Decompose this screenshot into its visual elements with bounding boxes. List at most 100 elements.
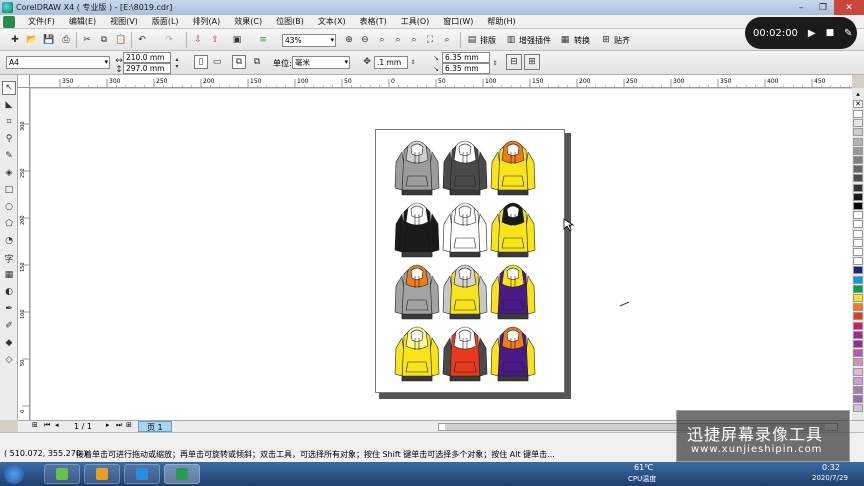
pick-tool-icon[interactable]: ↖ (2, 81, 16, 95)
hoodie-design[interactable] (490, 326, 536, 382)
taskbar-app-1[interactable] (44, 464, 80, 484)
palette-swatch[interactable] (853, 165, 863, 174)
welcome-screen-icon[interactable]: ≡ (256, 33, 270, 47)
hoodie-design[interactable] (394, 140, 440, 196)
zoom-level-field[interactable]: 43% ▾ (282, 34, 336, 47)
hoodie-design[interactable] (394, 202, 440, 258)
clock-date[interactable]: 2020/7/29 (812, 474, 848, 482)
palette-swatch[interactable] (853, 110, 863, 118)
rectangle-tool-icon[interactable]: □ (2, 183, 16, 197)
ellipse-tool-icon[interactable]: ○ (2, 200, 16, 214)
menu-bitmaps[interactable]: 位图(B) (269, 16, 311, 27)
palette-swatch[interactable] (853, 275, 863, 284)
palette-swatch[interactable] (853, 128, 863, 137)
coreldraw-app-icon[interactable] (2, 2, 13, 13)
crop-tool-icon[interactable]: ⌗ (2, 115, 16, 129)
treat-as-filled-icon[interactable]: ⊟ (506, 54, 522, 70)
palette-scroll-up-icon[interactable]: ▴ (853, 90, 863, 98)
landscape-icon[interactable]: ▭ (210, 55, 224, 69)
taskbar-coreldraw[interactable] (164, 464, 200, 484)
hoodie-design[interactable] (394, 264, 440, 320)
first-page-icon[interactable]: ⏮ (44, 421, 50, 430)
palette-swatch[interactable] (853, 229, 863, 238)
clock-time[interactable]: 0:32 (822, 463, 840, 472)
menu-view[interactable]: 视图(V) (103, 16, 145, 27)
interactive-tool-icon[interactable]: ◐ (2, 285, 16, 299)
palette-swatch[interactable] (853, 266, 863, 275)
previous-page-icon[interactable]: ◂ (55, 421, 59, 429)
copy-icon[interactable]: ⧉ (97, 33, 111, 47)
palette-swatch[interactable] (853, 220, 863, 229)
hoodie-design[interactable] (442, 264, 488, 320)
palette-swatch[interactable] (853, 321, 863, 330)
print-icon[interactable]: ⎙ (59, 33, 73, 47)
undo-icon[interactable]: ↶ (135, 33, 149, 47)
no-color-swatch[interactable]: ✕ (853, 100, 863, 108)
page-height-field[interactable]: 297.0 mm (123, 63, 171, 74)
palette-swatch[interactable] (853, 340, 863, 348)
freehand-tool-icon[interactable]: ✎ (2, 149, 16, 163)
palette-swatch[interactable] (853, 349, 863, 358)
menu-tools[interactable]: 工具(O) (394, 16, 437, 27)
palette-swatch[interactable] (853, 376, 863, 385)
open-icon[interactable]: 📂 (25, 33, 39, 47)
document-icon[interactable] (3, 15, 15, 28)
palette-swatch[interactable] (853, 330, 863, 339)
size-spinner[interactable]: ▴ ▾ (171, 52, 183, 74)
menu-edit[interactable]: 编辑(E) (62, 16, 103, 27)
current-page-icon[interactable]: ⧉ (250, 55, 264, 69)
shape-tool-icon[interactable]: ◣ (2, 98, 16, 112)
palette-swatch[interactable] (853, 119, 863, 128)
eyedropper-tool-icon[interactable]: ✒ (2, 302, 16, 316)
palette-swatch[interactable] (853, 312, 863, 321)
zoom-selected-icon[interactable]: ⌕ (375, 33, 389, 47)
paste-icon[interactable]: 📋 (114, 33, 128, 47)
palette-swatch[interactable] (853, 358, 863, 367)
palette-swatch[interactable] (853, 367, 863, 376)
palette-swatch[interactable] (853, 386, 863, 394)
hoodie-design[interactable] (442, 326, 488, 382)
palette-swatch[interactable] (853, 174, 863, 183)
hoodie-design[interactable] (442, 202, 488, 258)
zoom-height-icon[interactable]: ⌕ (440, 33, 454, 47)
palette-swatch[interactable] (853, 303, 863, 312)
enhance-plugin-button[interactable]: 增强插件 (519, 35, 551, 46)
redo-icon[interactable]: ↷ (162, 33, 176, 47)
hoodie-design[interactable] (490, 140, 536, 196)
palette-swatch[interactable] (853, 284, 863, 293)
minimize-button[interactable]: – (790, 0, 812, 15)
menu-file[interactable]: 文件(F) (21, 16, 62, 27)
zoom-out-icon[interactable]: ⊖ (358, 33, 372, 47)
basic-shapes-tool-icon[interactable]: ◔ (2, 234, 16, 248)
horizontal-ruler[interactable]: 350 300 250 200 150 100 50 0 50 100 150 200 250 300 35… (30, 75, 852, 88)
palette-swatch[interactable] (853, 202, 863, 210)
palette-swatch[interactable] (853, 211, 863, 220)
palette-swatch[interactable] (853, 238, 863, 247)
stop-icon[interactable]: ■ (826, 28, 835, 38)
zoom-in-icon[interactable]: ⊕ (342, 33, 356, 47)
smart-fill-tool-icon[interactable]: ◈ (2, 166, 16, 180)
menu-table[interactable]: 表格(T) (353, 16, 394, 27)
menu-effects[interactable]: 效果(C) (227, 16, 269, 27)
import-icon[interactable]: ⇩ (191, 33, 205, 47)
new-icon[interactable]: ✚ (8, 33, 22, 47)
zoom-width-icon[interactable]: ⛶ (423, 33, 437, 47)
palette-swatch[interactable] (853, 257, 863, 266)
zoom-tool-icon[interactable]: ⚲ (2, 132, 16, 146)
text-tool-icon[interactable]: 字 (2, 251, 16, 265)
application-launcher-icon[interactable]: ▣ (230, 33, 244, 47)
hoodie-design[interactable] (394, 326, 440, 382)
start-button[interactable] (4, 464, 24, 484)
interactive-fill-tool-icon[interactable]: ◇ (2, 353, 16, 367)
layout-plugin-button[interactable]: 排版 (480, 35, 496, 46)
options-icon[interactable]: ⊞ (524, 54, 540, 70)
taskbar-app-2[interactable] (84, 464, 120, 484)
hoodie-design[interactable] (490, 264, 536, 320)
outline-tool-icon[interactable]: ✐ (2, 319, 16, 333)
add-page-icon[interactable]: ⊞ (126, 421, 132, 429)
restore-button[interactable]: ❐ (812, 0, 834, 15)
menu-help[interactable]: 帮助(H) (480, 16, 522, 27)
fill-tool-icon[interactable]: ◆ (2, 336, 16, 350)
palette-swatch[interactable] (853, 395, 863, 404)
close-button[interactable]: ✕ (834, 0, 864, 15)
